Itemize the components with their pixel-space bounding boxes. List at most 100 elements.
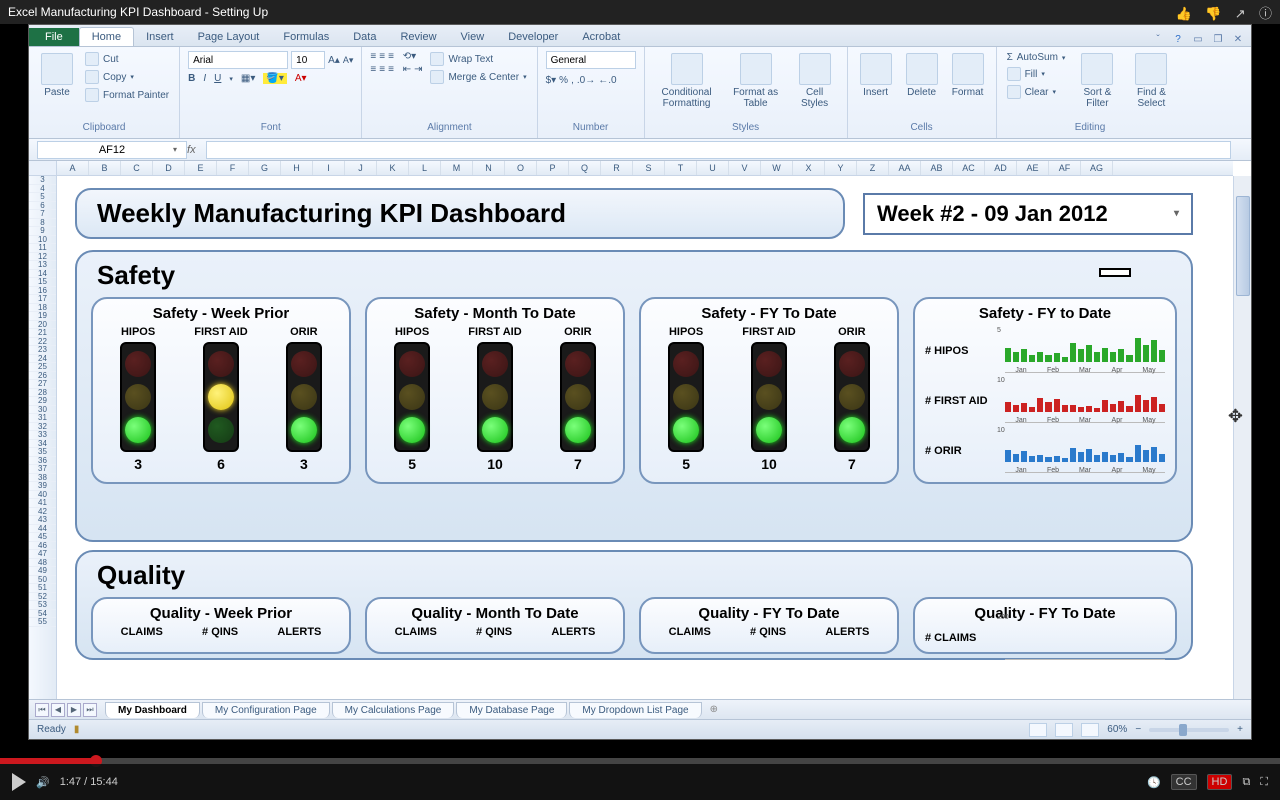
col-G[interactable]: G xyxy=(249,161,281,175)
sheet-tab-calc[interactable]: My Calculations Page xyxy=(332,702,455,718)
play-icon[interactable] xyxy=(12,773,26,791)
col-C[interactable]: C xyxy=(121,161,153,175)
cut-button[interactable]: Cut xyxy=(83,51,171,67)
window-restore-icon[interactable]: ❐ xyxy=(1211,32,1225,46)
watch-later-icon[interactable]: 🕓 xyxy=(1147,776,1161,789)
col-J[interactable]: J xyxy=(345,161,377,175)
tab-acrobat[interactable]: Acrobat xyxy=(570,28,632,46)
cell-styles-button[interactable]: Cell Styles xyxy=(791,51,839,111)
col-B[interactable]: B xyxy=(89,161,121,175)
zoom-slider[interactable] xyxy=(1149,728,1229,732)
scrollbar-thumb[interactable] xyxy=(1236,196,1250,296)
vertical-scrollbar[interactable] xyxy=(1233,176,1251,699)
tab-insert[interactable]: Insert xyxy=(134,28,186,46)
align-left-icon[interactable]: ≡ xyxy=(370,64,376,75)
tab-review[interactable]: Review xyxy=(388,28,448,46)
select-all-corner[interactable] xyxy=(29,161,57,176)
col-M[interactable]: M xyxy=(441,161,473,175)
clear-button[interactable]: Clear ▾ xyxy=(1005,84,1068,100)
row-55[interactable]: 55 xyxy=(29,618,56,627)
volume-icon[interactable]: 🔊 xyxy=(36,776,50,789)
col-E[interactable]: E xyxy=(185,161,217,175)
col-U[interactable]: U xyxy=(697,161,729,175)
sheet-tab-db[interactable]: My Database Page xyxy=(456,702,567,718)
tab-view[interactable]: View xyxy=(449,28,497,46)
sort-filter-button[interactable]: Sort & Filter xyxy=(1073,51,1121,111)
col-AD[interactable]: AD xyxy=(985,161,1017,175)
bold-button[interactable]: B xyxy=(188,73,195,84)
sheet-tab-config[interactable]: My Configuration Page xyxy=(202,702,330,718)
align-mid-icon[interactable]: ≡ xyxy=(379,51,385,62)
merge-center-button[interactable]: Merge & Center ▾ xyxy=(428,69,528,85)
col-AG[interactable]: AG xyxy=(1081,161,1113,175)
paste-button[interactable]: Paste xyxy=(37,51,77,100)
week-selector[interactable]: Week #2 - 09 Jan 2012 ▾ xyxy=(863,193,1193,235)
insert-cell-button[interactable]: Insert xyxy=(856,51,896,100)
tab-page-layout[interactable]: Page Layout xyxy=(186,28,272,46)
border-button[interactable]: ▦▾ xyxy=(241,73,255,84)
popout-icon[interactable]: ⧉ xyxy=(1242,776,1250,789)
align-top-icon[interactable]: ≡ xyxy=(370,51,376,62)
zoom-in-icon[interactable]: + xyxy=(1237,724,1243,735)
autosum-button[interactable]: ΣAutoSum ▾ xyxy=(1005,51,1068,64)
tab-first-icon[interactable]: ⏮ xyxy=(35,703,49,717)
tab-prev-icon[interactable]: ◀ xyxy=(51,703,65,717)
sheet-tab-dropdown[interactable]: My Dropdown List Page xyxy=(569,702,701,718)
col-D[interactable]: D xyxy=(153,161,185,175)
col-X[interactable]: X xyxy=(793,161,825,175)
tab-home[interactable]: Home xyxy=(79,27,134,46)
percent-button[interactable]: % xyxy=(559,75,568,86)
info-icon[interactable]: ⓘ xyxy=(1259,6,1272,21)
selected-cell[interactable] xyxy=(1099,268,1131,277)
col-P[interactable]: P xyxy=(537,161,569,175)
increase-font-icon[interactable]: A▴ xyxy=(328,55,340,66)
name-box[interactable] xyxy=(37,141,187,159)
col-L[interactable]: L xyxy=(409,161,441,175)
col-H[interactable]: H xyxy=(281,161,313,175)
format-cell-button[interactable]: Format xyxy=(948,51,988,100)
col-Q[interactable]: Q xyxy=(569,161,601,175)
col-O[interactable]: O xyxy=(505,161,537,175)
minimize-ribbon-icon[interactable]: ˇ xyxy=(1151,32,1165,46)
fill-color-button[interactable]: 🪣▾ xyxy=(263,73,286,84)
col-AA[interactable]: AA xyxy=(889,161,921,175)
orientation-icon[interactable]: ⟲▾ xyxy=(403,51,416,62)
col-A[interactable]: A xyxy=(57,161,89,175)
new-sheet-icon[interactable]: ⊕ xyxy=(710,704,718,715)
number-format-select[interactable] xyxy=(546,51,636,69)
wrap-text-button[interactable]: Wrap Text xyxy=(428,51,528,67)
col-R[interactable]: R xyxy=(601,161,633,175)
font-name-select[interactable] xyxy=(188,51,288,69)
quality-button[interactable]: HD xyxy=(1207,774,1233,790)
tab-data[interactable]: Data xyxy=(341,28,388,46)
underline-button[interactable]: U xyxy=(214,73,221,84)
inc-decimal-button[interactable]: .0→ xyxy=(577,75,595,86)
comma-button[interactable]: , xyxy=(571,75,574,86)
tab-next-icon[interactable]: ▶ xyxy=(67,703,81,717)
fullscreen-icon[interactable]: ⛶ xyxy=(1260,776,1268,789)
col-I[interactable]: I xyxy=(313,161,345,175)
indent-dec-icon[interactable]: ⇤ xyxy=(403,64,411,75)
col-V[interactable]: V xyxy=(729,161,761,175)
indent-inc-icon[interactable]: ⇥ xyxy=(414,64,422,75)
align-bot-icon[interactable]: ≡ xyxy=(388,51,394,62)
formula-bar[interactable] xyxy=(206,141,1231,159)
col-AE[interactable]: AE xyxy=(1017,161,1049,175)
row-headers[interactable]: 3456789101112131415161718192021222324252… xyxy=(29,176,57,699)
delete-cell-button[interactable]: Delete xyxy=(902,51,942,100)
format-painter-button[interactable]: Format Painter xyxy=(83,87,171,103)
decrease-font-icon[interactable]: A▾ xyxy=(343,55,354,66)
copy-button[interactable]: Copy ▾ xyxy=(83,69,171,85)
col-T[interactable]: T xyxy=(665,161,697,175)
tab-developer[interactable]: Developer xyxy=(496,28,570,46)
col-S[interactable]: S xyxy=(633,161,665,175)
tab-last-icon[interactable]: ⏭ xyxy=(83,703,97,717)
col-W[interactable]: W xyxy=(761,161,793,175)
align-right-icon[interactable]: ≡ xyxy=(388,64,394,75)
font-size-select[interactable] xyxy=(291,51,325,69)
dislike-icon[interactable]: 👎 xyxy=(1205,6,1221,21)
zoom-out-icon[interactable]: − xyxy=(1135,724,1141,735)
col-F[interactable]: F xyxy=(217,161,249,175)
window-min-icon[interactable]: ▭ xyxy=(1191,32,1205,46)
view-layout-icon[interactable] xyxy=(1055,723,1073,737)
